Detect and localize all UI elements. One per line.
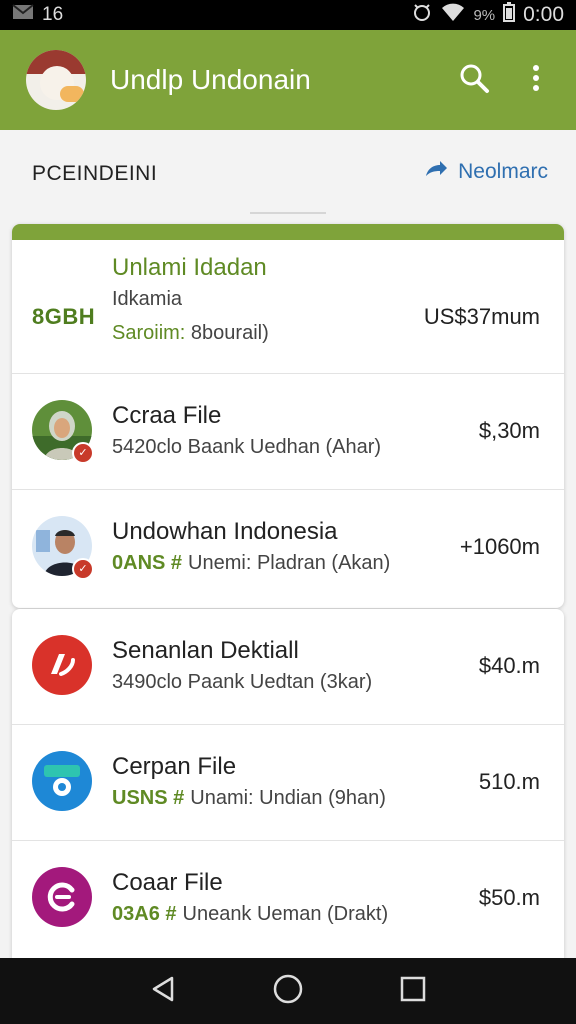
logo-hand bbox=[60, 86, 84, 102]
battery-icon bbox=[503, 2, 516, 28]
search-button[interactable] bbox=[452, 58, 496, 102]
list-item[interactable]: Cerpan File USNS # Unami: Undian (9han) 5… bbox=[12, 725, 564, 841]
list-item[interactable]: Senanlan Dektiall 3490clo Paank Uedtan (… bbox=[12, 609, 564, 725]
back-button[interactable] bbox=[139, 967, 187, 1015]
row-subtitle: Idkamia bbox=[112, 288, 183, 310]
app-bar: Undlp Undonain bbox=[0, 30, 576, 130]
battery-percent: 9% bbox=[473, 6, 496, 24]
clock: 0:00 bbox=[523, 3, 564, 26]
row-tag: 0ANS # bbox=[112, 552, 183, 574]
section-link-label: Neolmarc bbox=[458, 160, 548, 183]
row-amount: US$37mum bbox=[423, 304, 540, 329]
app-brand-icon bbox=[32, 751, 92, 811]
row-subtitle: USNS # Unami: Undian (9han) bbox=[112, 787, 386, 810]
home-button[interactable] bbox=[264, 967, 312, 1015]
row-tag: USNS # bbox=[112, 787, 185, 809]
verified-badge-icon: ✓ bbox=[72, 442, 94, 464]
list-item[interactable]: 8GBH Unlami Idadan Idkamia Saroiim: 8bou… bbox=[12, 240, 564, 374]
transaction-card-primary: 8GBH Unlami Idadan Idkamia Saroiim: 8bou… bbox=[12, 224, 564, 608]
row-amount: $40.m bbox=[478, 653, 540, 678]
more-vert-icon bbox=[532, 64, 540, 97]
row-subtitle: 5420clo Baank Uedhan (Ahar) bbox=[112, 436, 382, 458]
overflow-menu-button[interactable] bbox=[514, 58, 558, 102]
mail-icon bbox=[12, 4, 34, 26]
row-tag: 03A6 # bbox=[112, 903, 177, 925]
transaction-card-secondary: Senanlan Dektiall 3490clo Paank Uedtan (… bbox=[12, 609, 564, 959]
row-code: 8GBH bbox=[32, 304, 96, 329]
row-title: Cerpan File bbox=[112, 753, 237, 780]
back-icon bbox=[148, 974, 178, 1009]
row-subtitle-text: Unemi: Pladran (Akan) bbox=[188, 552, 391, 574]
section-link[interactable]: Neolmarc bbox=[424, 160, 548, 184]
system-nav-bar bbox=[0, 958, 576, 1024]
status-bar-left: 16 bbox=[12, 4, 63, 26]
section-header: PCEINDEINI Neolmarc bbox=[0, 130, 576, 220]
wifi-icon bbox=[441, 2, 465, 28]
list-item[interactable]: ✓ Undowhan Indonesia 0ANS # Unemi: Pladra… bbox=[12, 490, 564, 606]
row-amount: 510.m bbox=[478, 769, 540, 794]
verified-badge-icon: ✓ bbox=[72, 558, 94, 580]
row-title: Coaar File bbox=[112, 869, 223, 896]
divider bbox=[250, 212, 326, 214]
row-amount: +1060m bbox=[459, 534, 540, 559]
app-brand-icon bbox=[32, 867, 92, 927]
app-title: Undlp Undonain bbox=[110, 64, 311, 95]
app-logo[interactable] bbox=[26, 50, 86, 110]
status-bar-right: 9% 0:00 bbox=[411, 1, 564, 29]
row-title: Undowhan Indonesia bbox=[112, 518, 338, 545]
status-bar: 16 9% 0:00 bbox=[0, 0, 576, 30]
row-title: Senanlan Dektiall bbox=[112, 637, 299, 664]
alarm-icon bbox=[411, 1, 433, 29]
row-subtitle: 03A6 # Uneank Ueman (Drakt) bbox=[112, 903, 388, 926]
app-brand-icon bbox=[32, 635, 92, 695]
row-title: Unlami Idadan bbox=[112, 254, 267, 281]
row-extra-rest: 8bourail) bbox=[185, 322, 269, 344]
row-subtitle-text: Uneank Ueman (Drakt) bbox=[182, 903, 389, 925]
recents-icon bbox=[399, 975, 427, 1008]
row-extra: Saroiim: 8bourail) bbox=[112, 322, 269, 345]
row-extra-lead: Saroiim: bbox=[112, 322, 186, 344]
row-subtitle: 3490clo Paank Uedtan (3kar) bbox=[112, 671, 373, 693]
row-subtitle-text: Unami: Undian (9han) bbox=[190, 787, 386, 809]
recents-button[interactable] bbox=[389, 967, 437, 1015]
row-title: Ccraa File bbox=[112, 402, 222, 429]
row-amount: $,30m bbox=[478, 418, 540, 443]
list-item[interactable]: Coaar File 03A6 # Uneank Ueman (Drakt) $5… bbox=[12, 841, 564, 957]
home-icon bbox=[272, 973, 304, 1010]
screen: 16 9% 0:00 Undlp Undonain PCEINDEINI Neo… bbox=[0, 0, 576, 1024]
section-title: PCEINDEINI bbox=[32, 162, 158, 185]
share-arrow-icon bbox=[424, 160, 448, 184]
search-icon bbox=[458, 62, 490, 99]
row-subtitle: 0ANS # Unemi: Pladran (Akan) bbox=[112, 552, 390, 575]
card-accent-bar bbox=[12, 224, 564, 240]
row-amount: $50.m bbox=[478, 885, 540, 910]
list-item[interactable]: ✓ Ccraa File 5420clo Baank Uedhan (Ahar)… bbox=[12, 374, 564, 490]
status-left-text: 16 bbox=[42, 4, 64, 25]
